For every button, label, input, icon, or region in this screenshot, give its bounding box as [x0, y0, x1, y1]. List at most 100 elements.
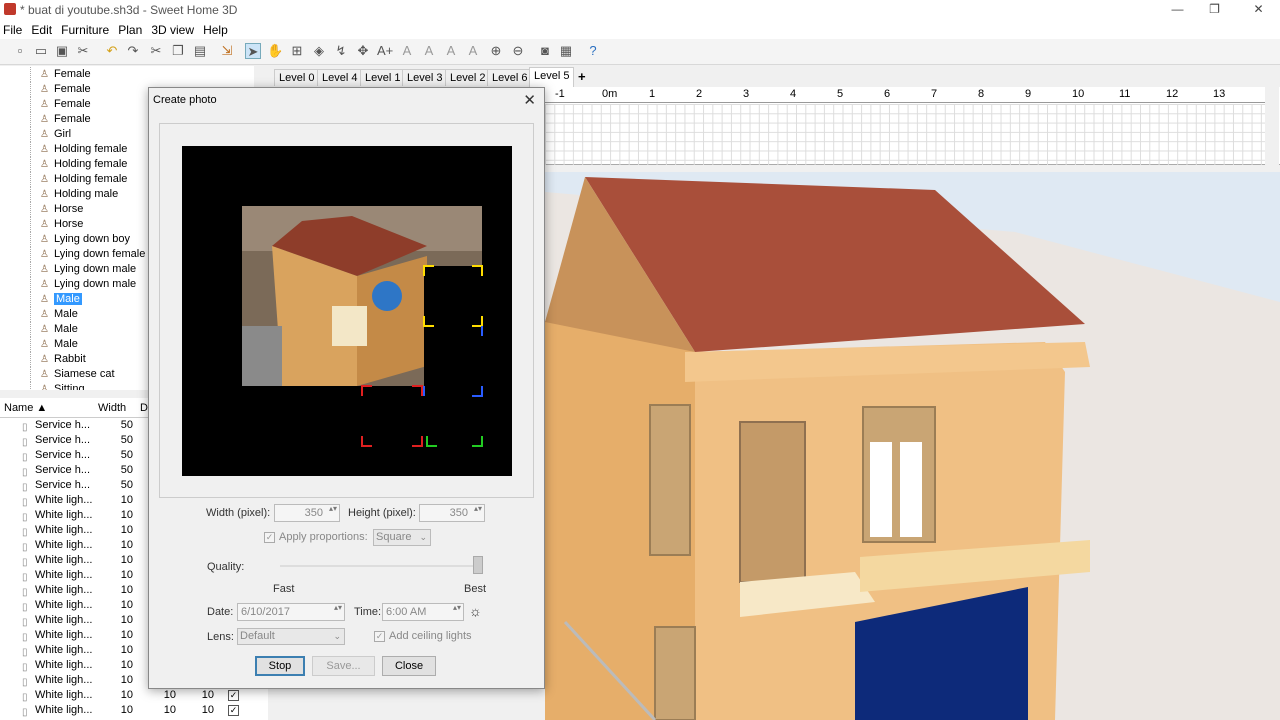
add-furniture-icon[interactable]: ⇲ [219, 43, 235, 59]
copy-icon[interactable]: ❐ [170, 43, 186, 59]
bold-icon[interactable]: A [443, 43, 459, 59]
visible-checkbox[interactable]: ✓ [228, 690, 239, 701]
tab-level-0[interactable]: Level 0 [274, 69, 320, 86]
table-row[interactable]: ▯White ligh...101010✓ [0, 688, 268, 703]
plan-view[interactable]: -1 0m 1 2 3 4 5 6 7 8 9 10 11 12 13 [545, 87, 1280, 165]
3d-view[interactable] [545, 172, 1280, 720]
tree-item-label: Holding female [54, 143, 128, 155]
create-photo-icon[interactable]: ◙ [537, 43, 553, 59]
text-style-icon[interactable]: A [399, 43, 415, 59]
menu-plan[interactable]: Plan [115, 21, 145, 37]
quality-slider-thumb[interactable] [473, 556, 483, 574]
quality-slider-track[interactable] [280, 565, 480, 567]
pan-icon[interactable]: ✋ [267, 43, 283, 59]
tree-item-label: Male [54, 323, 78, 335]
text-style-icon[interactable]: A [421, 43, 437, 59]
level-tabs: Level 0 Level 4 Level 1 Level 3 Level 2 … [270, 67, 1280, 87]
tab-level-5[interactable]: Level 5 [529, 67, 575, 87]
tree-item[interactable]: ♙ Female [0, 67, 267, 82]
ceiling-lights-checkbox[interactable]: ✓ [374, 631, 385, 642]
close-window-button[interactable]: ✕ [1236, 0, 1280, 20]
furniture-figure-icon: ♙ [40, 294, 49, 305]
cut-icon[interactable]: ✂ [148, 43, 164, 59]
dialog-close-icon[interactable]: ✕ [523, 91, 536, 109]
row-name: White ligh... [35, 704, 93, 716]
tree-guide-line [30, 217, 31, 232]
create-walls-icon[interactable]: ⊞ [289, 43, 305, 59]
ruler-label: 7 [931, 88, 938, 100]
create-dimensions-icon[interactable]: ✥ [355, 43, 371, 59]
apply-proportions-checkbox[interactable]: ✓ [264, 532, 275, 543]
furniture-figure-icon: ♙ [40, 144, 49, 155]
tree-item-label: Female [54, 113, 91, 125]
table-row[interactable]: ▯White ligh...101010✓ [0, 703, 268, 718]
row-width: 10 [120, 494, 133, 506]
sun-icon[interactable]: ☼ [469, 603, 482, 619]
menu-help[interactable]: Help [200, 21, 231, 37]
tree-guide-line [30, 352, 31, 367]
create-polylines-icon[interactable]: ↯ [333, 43, 349, 59]
help-icon[interactable]: ? [585, 43, 601, 59]
create-rooms-icon[interactable]: ◈ [311, 43, 327, 59]
new-icon[interactable]: ▫ [12, 43, 28, 59]
close-button[interactable]: Close [382, 656, 436, 676]
row-width: 10 [120, 524, 133, 536]
tab-level-1[interactable]: Level 1 [360, 69, 406, 86]
tab-level-2[interactable]: Level 2 [445, 69, 491, 86]
select-icon[interactable]: ➤ [245, 43, 261, 59]
tree-item-label: Horse [54, 203, 84, 215]
visible-checkbox[interactable]: ✓ [228, 705, 239, 716]
row-name: Service h... [35, 479, 91, 491]
column-width[interactable]: Width [98, 402, 126, 414]
save-button[interactable]: Save... [312, 656, 375, 676]
row-width: 50 [120, 464, 133, 476]
lens-select[interactable]: Default ⌄ [237, 628, 345, 645]
add-level-button[interactable]: + [574, 69, 590, 86]
open-icon[interactable]: ▭ [33, 43, 49, 59]
ceiling-lights-label: Add ceiling lights [389, 630, 472, 642]
width-spinner[interactable]: 350 [274, 504, 340, 522]
tree-item-label: Sitting [54, 383, 85, 390]
preferences-icon[interactable]: ✂ [75, 43, 91, 59]
tree-item-label: Lying down female [54, 248, 146, 260]
create-video-icon[interactable]: ▦ [558, 43, 574, 59]
zoom-out-icon[interactable]: ⊖ [510, 43, 526, 59]
redo-icon[interactable]: ↷ [125, 43, 141, 59]
row-name: White ligh... [35, 599, 93, 611]
stop-button[interactable]: Stop [255, 656, 305, 676]
row-name: Service h... [35, 449, 91, 461]
italic-icon[interactable]: A [465, 43, 481, 59]
menu-3d-view[interactable]: 3D view [148, 21, 197, 37]
maximize-button[interactable]: ❐ [1192, 0, 1237, 20]
zoom-in-icon[interactable]: ⊕ [488, 43, 504, 59]
row-name: White ligh... [35, 524, 93, 536]
add-text-icon[interactable]: A+ [377, 43, 393, 59]
save-icon[interactable]: ▣ [54, 43, 70, 59]
menu-furniture[interactable]: Furniture [58, 21, 112, 37]
row-depth: 10 [163, 689, 176, 701]
menu-file[interactable]: File [0, 21, 25, 37]
tree-guide-line [30, 247, 31, 262]
column-name[interactable]: Name ▲ [4, 402, 47, 414]
menu-edit[interactable]: Edit [28, 21, 55, 37]
app-icon [4, 3, 16, 15]
tree-item-label: Male [54, 308, 78, 320]
furniture-figure-icon: ♙ [40, 234, 49, 245]
furniture-figure-icon: ♙ [40, 219, 49, 230]
proportions-select[interactable]: Square ⌄ [373, 529, 431, 546]
tab-level-3[interactable]: Level 3 [402, 69, 448, 86]
ruler-label: 3 [743, 88, 750, 100]
undo-icon[interactable]: ↶ [104, 43, 120, 59]
time-spinner[interactable]: 6:00 AM [382, 603, 464, 621]
furniture-figure-icon: ♙ [40, 189, 49, 200]
row-name: White ligh... [35, 629, 93, 641]
date-spinner[interactable]: 6/10/2017 [237, 603, 345, 621]
paste-icon[interactable]: ▤ [192, 43, 208, 59]
tab-level-4[interactable]: Level 4 [317, 69, 363, 86]
tree-item-label: Horse [54, 218, 84, 230]
plan-scrollbar[interactable] [1265, 87, 1279, 165]
tab-level-6[interactable]: Level 6 [487, 69, 533, 86]
height-spinner[interactable]: 350 [419, 504, 485, 522]
plan-grid [545, 104, 1265, 165]
row-width: 10 [120, 629, 133, 641]
